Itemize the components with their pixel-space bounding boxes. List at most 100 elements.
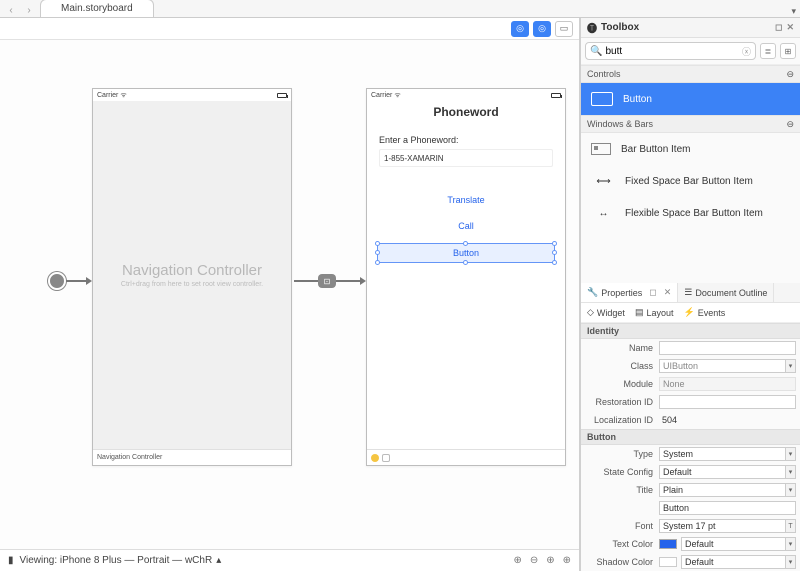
toggle-b[interactable]: ◎ — [533, 21, 551, 37]
prop-shadowcolor-field[interactable]: Default — [681, 555, 786, 569]
tab-overflow[interactable]: ▾ — [791, 6, 796, 17]
call-button[interactable]: Call — [367, 213, 565, 239]
scene-phoneword[interactable]: Carrier ᯤ Phoneword Enter a Phoneword: 1… — [366, 88, 566, 466]
view-list-icon[interactable]: ≣ — [760, 43, 776, 59]
battery-icon — [277, 93, 287, 98]
button-glyph-icon — [591, 92, 613, 106]
storyboard-canvas[interactable]: Carrier ᯤ Navigation Controller Ctrl+dra… — [0, 40, 579, 549]
translate-button[interactable]: Translate — [367, 187, 565, 213]
textcolor-swatch[interactable] — [659, 539, 677, 549]
subtab-layout[interactable]: ▤ Layout — [635, 307, 674, 318]
toolbox-item-label: Fixed Space Bar Button Item — [625, 176, 753, 187]
subtab-events[interactable]: ⚡ Events — [683, 307, 725, 318]
toolbox-search-input[interactable] — [605, 46, 742, 57]
entry-point[interactable] — [48, 272, 66, 290]
toolbox-search-box[interactable]: 🔍 ⓧ — [585, 42, 756, 60]
toolbox-item-bar-button[interactable]: Bar Button Item — [581, 133, 800, 165]
prop-font-field[interactable]: System 17 pt — [659, 519, 786, 533]
dropdown-icon[interactable]: ▾ — [786, 537, 796, 551]
wrench-icon: 🔧 — [587, 287, 598, 298]
phoneword-textfield[interactable]: 1-855-XAMARIN — [379, 149, 553, 167]
nav-back[interactable]: ‹ — [4, 3, 18, 17]
prop-restid-field[interactable] — [659, 395, 796, 409]
carrier-label-2: Carrier — [371, 92, 392, 99]
dropdown-icon[interactable]: ▾ — [786, 447, 796, 461]
dropdown-icon[interactable]: ▾ — [786, 359, 796, 373]
collapse-icon[interactable]: ⊖ — [786, 119, 794, 130]
zoom-actual-icon[interactable]: ⊕ — [546, 555, 554, 566]
scene-footer: Navigation Controller — [93, 449, 291, 465]
zoom-fit-icon[interactable]: ⊕ — [513, 555, 521, 566]
prop-title-text-field[interactable]: Button — [659, 501, 796, 515]
phoneword-body: Enter a Phoneword: 1-855-XAMARIN Transla… — [367, 125, 565, 449]
resize-handle[interactable] — [375, 250, 380, 255]
panel-dock-icon[interactable]: ◻ — [775, 22, 782, 33]
prop-name-field[interactable] — [659, 341, 796, 355]
shadowcolor-swatch[interactable] — [659, 557, 677, 567]
clear-search-icon[interactable]: ⓧ — [742, 45, 751, 58]
prop-type-field[interactable]: System — [659, 447, 786, 461]
toolbox-item-button[interactable]: Button — [581, 83, 800, 115]
textfield-value: 1-855-XAMARIN — [384, 154, 444, 163]
viewing-chevron-icon[interactable]: ▴ — [216, 555, 221, 566]
toolbox-title: Toolbox — [601, 22, 639, 33]
toolbox-item-fixed-space[interactable]: ⟷ Fixed Space Bar Button Item — [581, 165, 800, 197]
resize-handle[interactable] — [463, 260, 468, 265]
tab-document-outline[interactable]: ☰Document Outline — [678, 283, 774, 302]
resize-handle[interactable] — [463, 241, 468, 246]
segue-relationship-badge[interactable]: ⊡ — [318, 274, 336, 288]
dropdown-icon[interactable]: ▾ — [786, 555, 796, 569]
font-picker-icon[interactable]: T — [786, 519, 796, 533]
prop-title-mode-field[interactable]: Plain — [659, 483, 786, 497]
prop-module-field[interactable]: None — [659, 377, 796, 391]
right-sidebar: 🅣 Toolbox ◻ ✕ 🔍 ⓧ ≣ ⊞ Controls⊖ Button — [580, 18, 800, 571]
resize-handle[interactable] — [552, 241, 557, 246]
wifi-icon: ᯤ — [394, 92, 400, 99]
panel-toggle[interactable]: ▭ — [555, 21, 573, 37]
enter-phoneword-label[interactable]: Enter a Phoneword: — [367, 125, 565, 149]
prop-locid-label: Localization ID — [581, 415, 659, 425]
group-controls[interactable]: Controls⊖ — [581, 65, 800, 83]
collapse-icon[interactable]: ⊖ — [786, 69, 794, 80]
zoom-in-icon[interactable]: ⊕ — [563, 555, 571, 566]
section-identity[interactable]: Identity — [581, 323, 800, 339]
resize-handle[interactable] — [552, 250, 557, 255]
panel-close-icon[interactable]: ✕ — [786, 22, 794, 33]
toolbox-header: 🅣 Toolbox ◻ ✕ — [581, 18, 800, 38]
prop-state-field[interactable]: Default — [659, 465, 786, 479]
tab-properties[interactable]: 🔧Properties◻✕ — [581, 283, 678, 302]
prop-textcolor-field[interactable]: Default — [681, 537, 786, 551]
panel-dock-icon[interactable]: ◻ — [649, 287, 656, 298]
outline-icon: ☰ — [684, 287, 692, 298]
section-button[interactable]: Button — [581, 429, 800, 445]
viewing-label[interactable]: Viewing: iPhone 8 Plus — Portrait — wChR — [20, 555, 213, 566]
nav-forward[interactable]: › — [22, 3, 36, 17]
scene-navigation-controller[interactable]: Carrier ᯤ Navigation Controller Ctrl+dra… — [92, 88, 292, 466]
panel-close-icon[interactable]: ✕ — [664, 287, 672, 298]
nav-controller-title: Navigation Controller — [122, 262, 262, 279]
zoom-out-icon[interactable]: ⊖ — [530, 555, 538, 566]
flexspace-glyph-icon: ↔ — [591, 208, 615, 219]
resize-handle[interactable] — [552, 260, 557, 265]
subtab-widget[interactable]: ◇ Widget — [587, 307, 625, 318]
view-grid-icon[interactable]: ⊞ — [780, 43, 796, 59]
scene-dock-item[interactable] — [382, 454, 390, 462]
document-tab-main-storyboard[interactable]: Main.storyboard — [40, 0, 154, 17]
prop-class-field[interactable]: UIButton — [659, 359, 786, 373]
prop-restid-label: Restoration ID — [581, 397, 659, 407]
dropdown-icon[interactable]: ▾ — [786, 465, 796, 479]
warning-icon[interactable] — [371, 454, 379, 462]
toolbox-search-row: 🔍 ⓧ ≣ ⊞ — [581, 38, 800, 65]
resize-handle[interactable] — [375, 260, 380, 265]
prop-locid-value: 504 — [659, 413, 796, 427]
selected-new-button[interactable]: Button — [377, 243, 555, 263]
toolbox-item-flex-space[interactable]: ↔ Flexible Space Bar Button Item — [581, 197, 800, 229]
group-windows-bars[interactable]: Windows & Bars⊖ — [581, 115, 800, 133]
nav-bar-title[interactable]: Phoneword — [367, 101, 565, 125]
dropdown-icon[interactable]: ▾ — [786, 483, 796, 497]
storyboard-pane: ◎ ◎ ▭ Carrier ᯤ Navigation Controller Ct… — [0, 18, 580, 571]
toggle-a[interactable]: ◎ — [511, 21, 529, 37]
prop-state-label: State Config — [581, 467, 659, 477]
resize-handle[interactable] — [375, 241, 380, 246]
toolbox-item-label: Bar Button Item — [621, 144, 690, 155]
